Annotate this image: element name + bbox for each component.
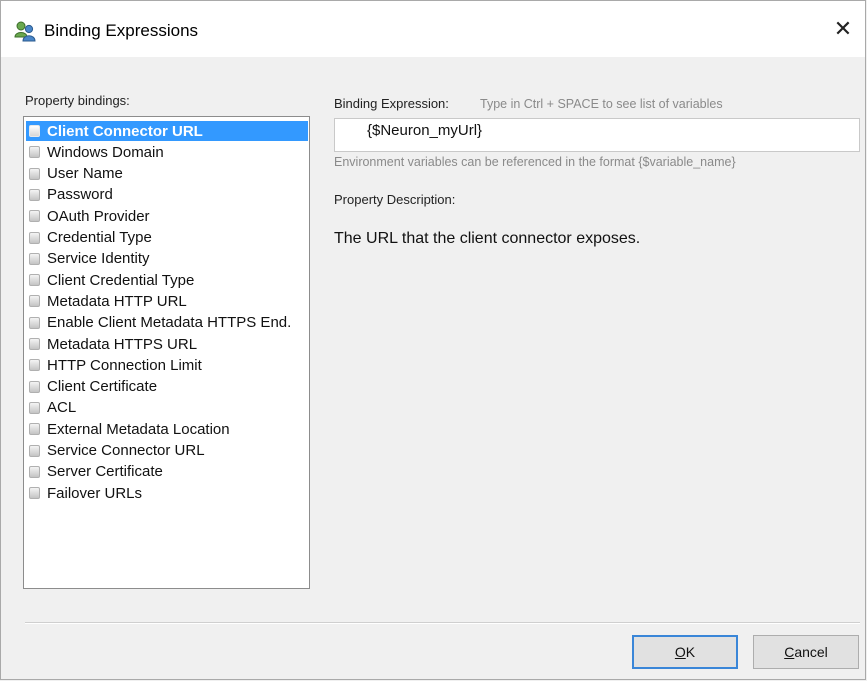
list-item-label: Service Connector URL	[47, 442, 205, 459]
list-item-label: Windows Domain	[47, 143, 164, 161]
list-item[interactable]: Service Identity	[26, 249, 308, 269]
environment-variables-hint: Environment variables can be referenced …	[334, 155, 736, 169]
property-icon	[29, 295, 40, 308]
binding-expression-hint: Type in Ctrl + SPACE to see list of vari…	[480, 97, 723, 111]
cancel-mnemonic: C	[784, 644, 795, 660]
list-item[interactable]: Client Certificate	[26, 377, 308, 397]
list-item[interactable]: Failover URLs	[26, 483, 308, 503]
property-icon	[29, 338, 40, 350]
list-item-label: Metadata HTTP URL	[47, 292, 187, 310]
property-icon	[29, 274, 40, 287]
list-item-label: Server Certificate	[47, 463, 163, 481]
ok-button[interactable]: OK	[632, 635, 738, 669]
binding-expression-label: Binding Expression:	[334, 96, 449, 111]
list-item-label: Credential Type	[47, 229, 152, 246]
list-item[interactable]: Service Connector URL	[26, 441, 308, 461]
cancel-button[interactable]: Cancel	[753, 635, 859, 669]
binding-expression-input[interactable]: {$Neuron_myUrl}	[334, 118, 860, 152]
footer-separator	[25, 622, 860, 624]
list-item[interactable]: OAuth Provider	[26, 206, 308, 226]
title-bar[interactable]: Binding Expressions ✕	[1, 1, 865, 57]
list-item[interactable]: Client Credential Type	[26, 270, 308, 290]
close-icon: ✕	[833, 16, 853, 41]
list-item-label: User Name	[47, 165, 123, 183]
list-item[interactable]: External Metadata Location	[26, 419, 308, 439]
binding-expression-value: {$Neuron_myUrl}	[367, 122, 483, 139]
list-item[interactable]: Windows Domain	[26, 142, 308, 162]
property-icon	[29, 125, 40, 137]
list-item-label: ACL	[47, 399, 77, 417]
list-item-label: Failover URLs	[47, 484, 143, 502]
list-item[interactable]: ACL	[26, 398, 308, 418]
list-item[interactable]: Metadata HTTPS URL	[26, 334, 308, 354]
property-icon	[29, 401, 40, 414]
list-item-label: Client Credential Type	[47, 271, 195, 289]
property-icon	[29, 359, 40, 372]
property-icon	[29, 252, 40, 265]
property-icon	[29, 210, 40, 223]
property-icon	[29, 444, 40, 457]
property-description-text: The URL that the client connector expose…	[334, 230, 641, 247]
property-bindings-label: Property bindings:	[25, 93, 130, 108]
list-item-label: Metadata HTTPS URL	[47, 335, 198, 353]
list-item[interactable]: Server Certificate	[26, 462, 308, 482]
close-button[interactable]: ✕	[821, 9, 865, 49]
property-bindings-list[interactable]: Client Connector URL Windows Domain User N…	[23, 116, 310, 589]
ok-mnemonic: O	[674, 644, 686, 660]
property-icon	[29, 487, 40, 500]
list-item-label: Client Connector URL	[47, 122, 203, 140]
list-item[interactable]: User Name	[26, 164, 308, 184]
list-item[interactable]: HTTP Connection Limit	[26, 355, 308, 375]
list-item-label: Password	[47, 186, 113, 204]
list-item[interactable]: Password	[26, 185, 308, 205]
list-item[interactable]: Enable Client Metadata HTTPS End.	[26, 313, 308, 333]
list-item-label: Enable Client Metadata HTTPS End.	[47, 314, 292, 332]
property-icon	[29, 167, 40, 180]
list-item-label: Client Certificate	[47, 378, 158, 396]
property-description-label: Property Description:	[334, 192, 456, 207]
property-icon	[29, 146, 40, 159]
list-item[interactable]: Credential Type	[26, 228, 308, 248]
list-item[interactable]: Metadata HTTP URL	[26, 291, 308, 311]
binding-expressions-dialog: Binding Expressions ✕ Property bindings:…	[0, 0, 866, 680]
list-item-label: Service Identity	[47, 250, 150, 268]
property-icon	[29, 423, 40, 436]
property-icon	[29, 188, 40, 201]
window-title: Binding Expressions	[44, 21, 199, 40]
property-icon	[29, 465, 40, 478]
list-item[interactable]: Client Connector URL	[26, 121, 308, 141]
users-icon	[14, 21, 36, 42]
property-icon	[29, 316, 40, 329]
list-item-label: HTTP Connection Limit	[47, 356, 202, 374]
list-item-label: External Metadata Location	[47, 420, 230, 438]
property-icon	[29, 380, 40, 393]
cancel-label-rest: ancel	[794, 644, 828, 660]
list-item-label: OAuth Provider	[47, 207, 150, 225]
property-icon	[29, 231, 40, 244]
ok-label-rest: K	[685, 644, 696, 660]
